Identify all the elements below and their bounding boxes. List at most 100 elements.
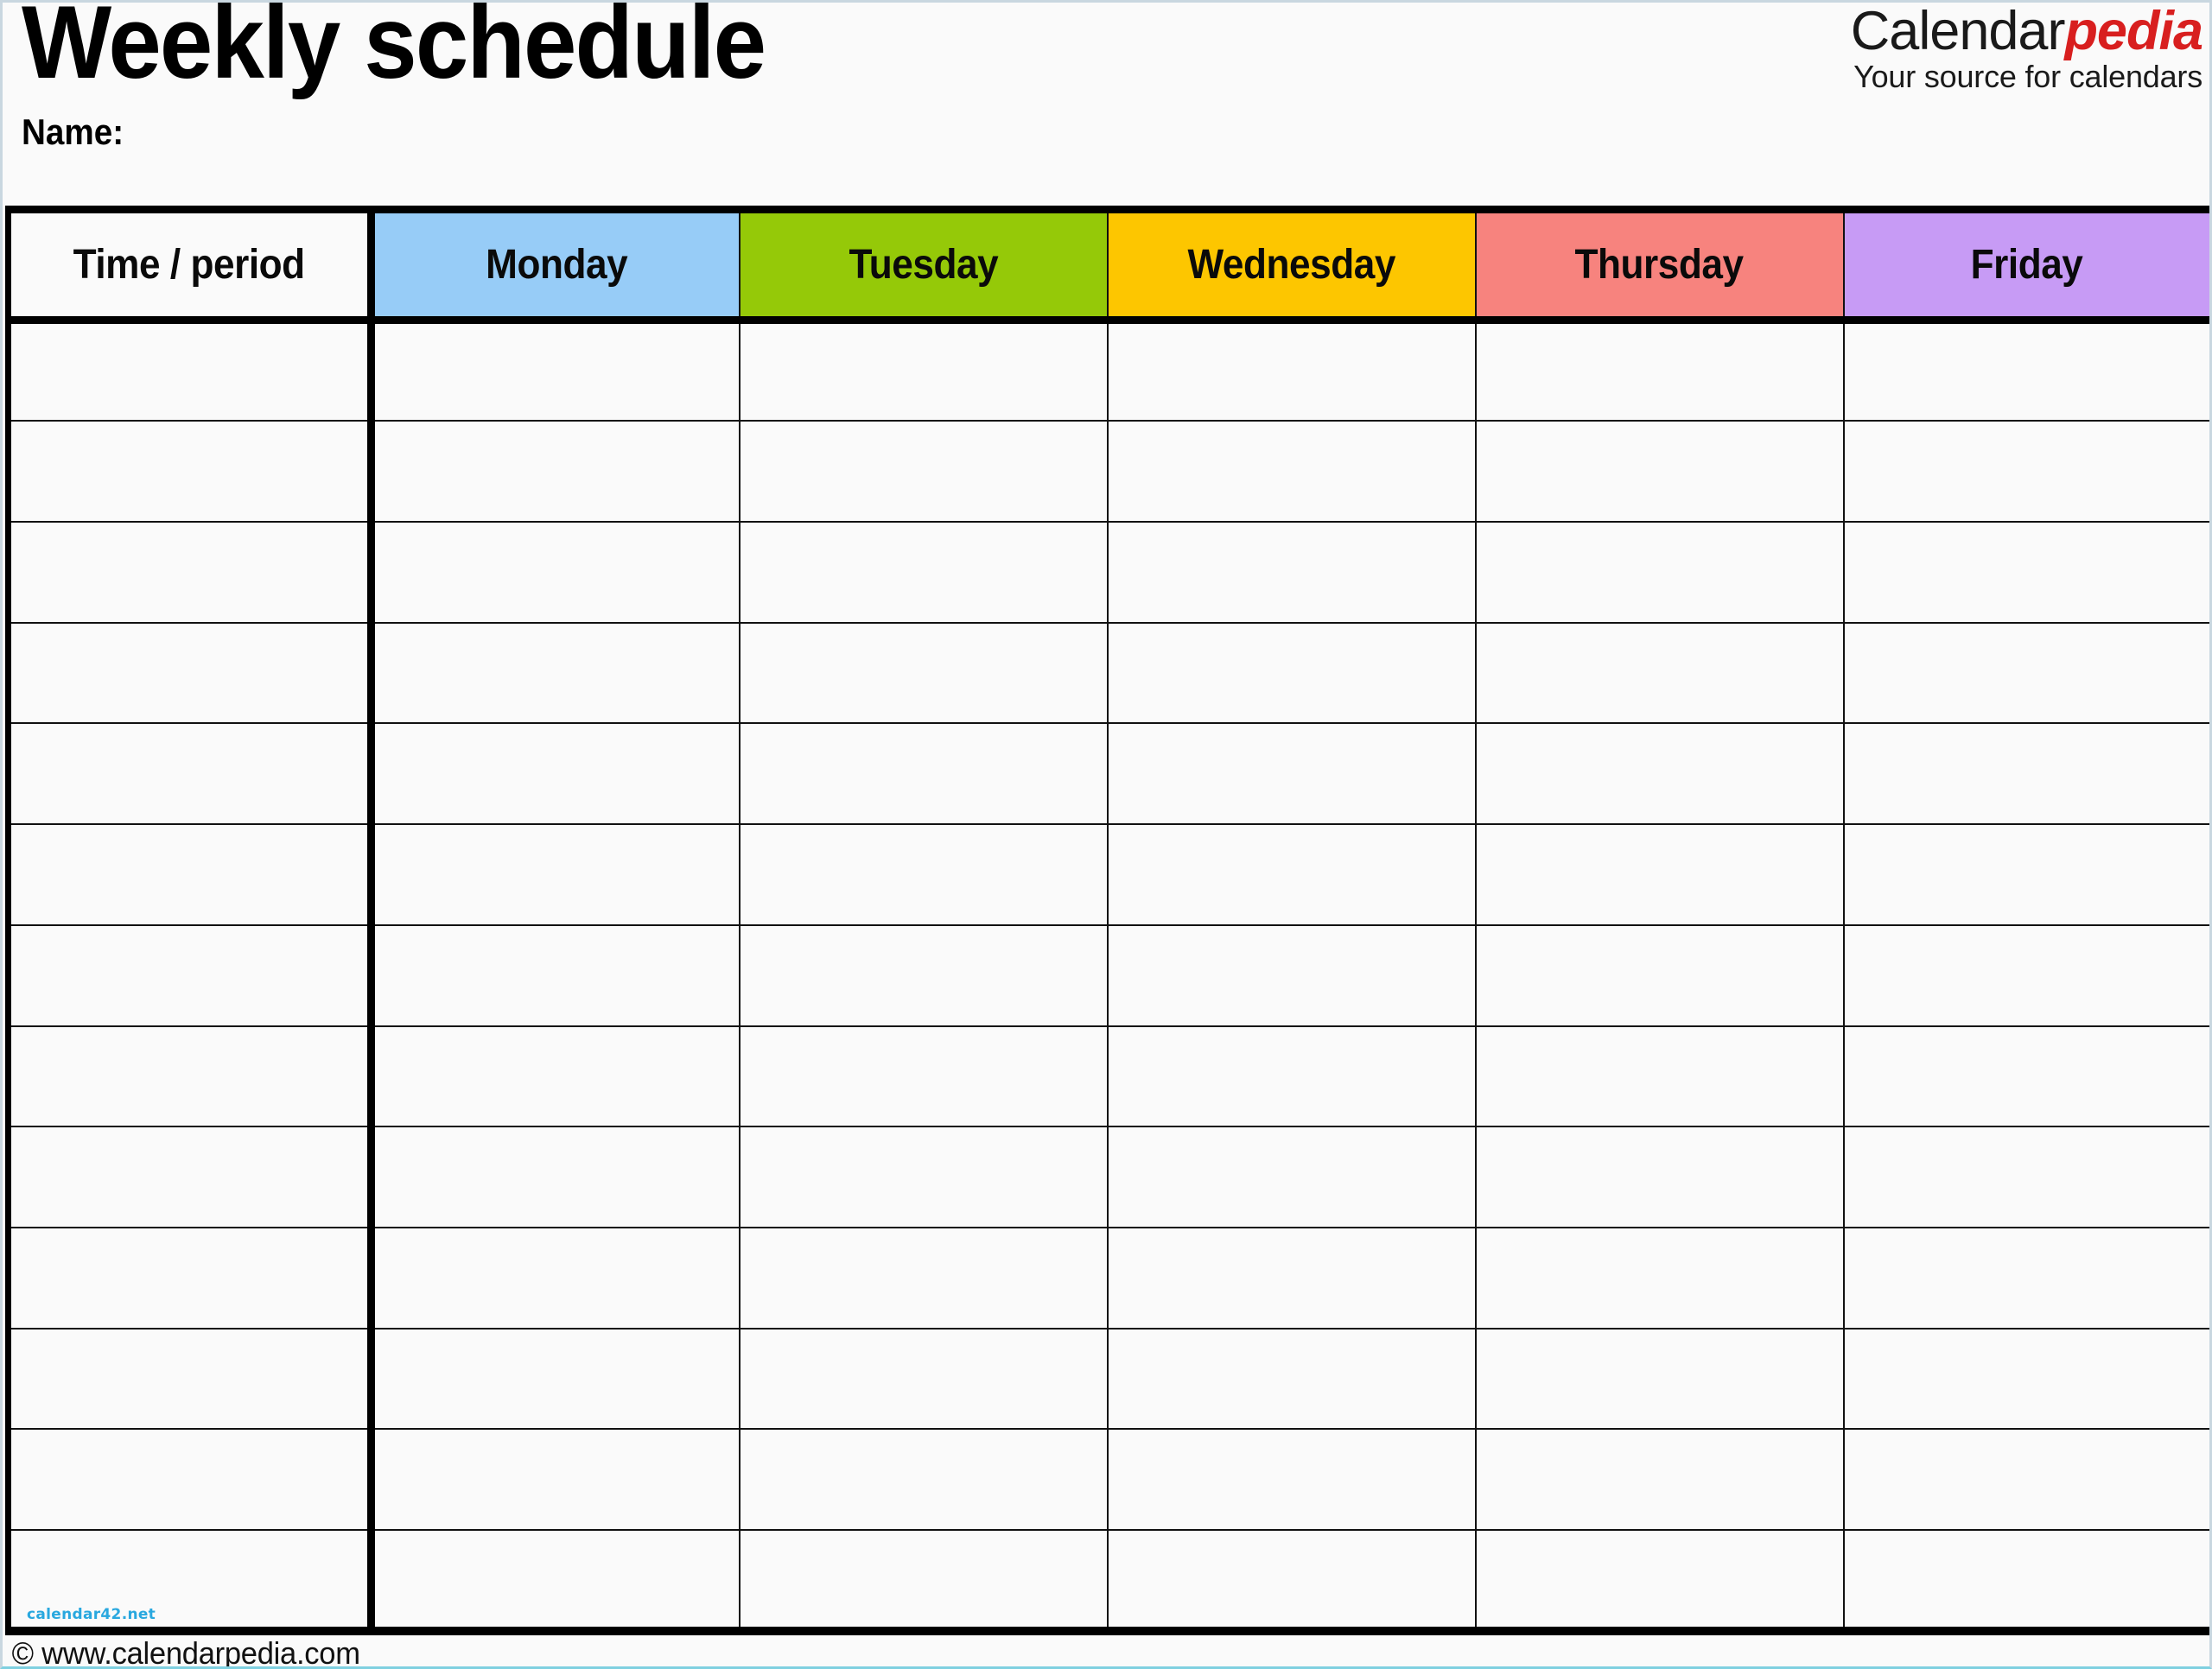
page-footer: © www.calendarpedia.com <box>5 1635 2209 1666</box>
schedule-cell-monday-11[interactable] <box>370 1327 741 1431</box>
table-row: calendar42.net <box>5 1529 2209 1635</box>
table-row <box>5 722 2209 826</box>
schedule-cell-thursday-7[interactable] <box>1474 923 1845 1027</box>
schedule-cell-time-5[interactable] <box>5 722 375 826</box>
schedule-cell-friday-9[interactable] <box>1842 1126 2209 1228</box>
schedule-cell-time-1[interactable] <box>5 319 375 422</box>
weekly-schedule-table: Time / period Monday Tuesday Wednesday Thurs… <box>5 206 2209 1635</box>
schedule-cell-tuesday-1[interactable] <box>738 319 1109 422</box>
schedule-cell-monday-12[interactable] <box>370 1428 741 1532</box>
schedule-cell-time-13[interactable]: calendar42.net <box>5 1529 375 1635</box>
schedule-cell-friday-2[interactable] <box>1842 420 2209 523</box>
schedule-cell-thursday-1[interactable] <box>1474 319 1845 422</box>
schedule-cell-tuesday-2[interactable] <box>738 420 1109 523</box>
schedule-cell-time-9[interactable] <box>5 1126 375 1228</box>
schedule-cell-friday-3[interactable] <box>1842 520 2209 624</box>
schedule-cell-thursday-4[interactable] <box>1474 621 1845 725</box>
schedule-cell-thursday-13[interactable] <box>1474 1529 1845 1635</box>
column-header-monday[interactable]: Monday <box>367 206 741 324</box>
table-row <box>5 621 2209 725</box>
schedule-cell-tuesday-10[interactable] <box>738 1226 1109 1329</box>
brand-wordmark: Calendarpedia <box>1851 4 2203 59</box>
schedule-cell-tuesday-6[interactable] <box>738 823 1109 926</box>
schedule-cell-friday-11[interactable] <box>1842 1327 2209 1431</box>
schedule-cell-monday-7[interactable] <box>370 923 741 1027</box>
schedule-cell-thursday-6[interactable] <box>1474 823 1845 926</box>
table-body: calendar42.net <box>5 319 2209 1635</box>
schedule-cell-monday-8[interactable] <box>370 1025 741 1128</box>
column-header-label: Thursday <box>1574 242 1745 288</box>
schedule-cell-tuesday-12[interactable] <box>738 1428 1109 1532</box>
schedule-cell-monday-5[interactable] <box>370 722 741 826</box>
schedule-cell-wednesday-2[interactable] <box>1106 420 1477 523</box>
schedule-cell-thursday-5[interactable] <box>1474 722 1845 826</box>
schedule-cell-wednesday-5[interactable] <box>1106 722 1477 826</box>
schedule-cell-wednesday-12[interactable] <box>1106 1428 1477 1532</box>
schedule-cell-monday-9[interactable] <box>370 1126 741 1228</box>
schedule-cell-tuesday-11[interactable] <box>738 1327 1109 1431</box>
schedule-cell-time-4[interactable] <box>5 621 375 725</box>
schedule-cell-friday-1[interactable] <box>1842 319 2209 422</box>
schedule-cell-monday-10[interactable] <box>370 1226 741 1329</box>
schedule-cell-friday-5[interactable] <box>1842 722 2209 826</box>
schedule-cell-time-6[interactable] <box>5 823 375 926</box>
table-header: Time / period Monday Tuesday Wednesday Thurs… <box>5 206 2209 324</box>
column-header-tuesday[interactable]: Tuesday <box>738 206 1109 324</box>
schedule-cell-wednesday-8[interactable] <box>1106 1025 1477 1128</box>
schedule-cell-friday-10[interactable] <box>1842 1226 2209 1329</box>
schedule-cell-monday-13[interactable] <box>370 1529 741 1635</box>
schedule-cell-time-7[interactable] <box>5 923 375 1027</box>
schedule-cell-wednesday-10[interactable] <box>1106 1226 1477 1329</box>
schedule-cell-friday-6[interactable] <box>1842 823 2209 926</box>
schedule-cell-tuesday-8[interactable] <box>738 1025 1109 1128</box>
schedule-cell-tuesday-5[interactable] <box>738 722 1109 826</box>
schedule-cell-wednesday-1[interactable] <box>1106 319 1477 422</box>
schedule-cell-tuesday-9[interactable] <box>738 1126 1109 1228</box>
column-header-row: Time / period Monday Tuesday Wednesday Thurs… <box>5 206 2209 324</box>
schedule-cell-wednesday-3[interactable] <box>1106 520 1477 624</box>
schedule-cell-friday-8[interactable] <box>1842 1025 2209 1128</box>
schedule-cell-thursday-12[interactable] <box>1474 1428 1845 1532</box>
name-field-label: Name: <box>22 111 124 152</box>
column-header-friday[interactable]: Friday <box>1842 206 2209 324</box>
schedule-cell-monday-3[interactable] <box>370 520 741 624</box>
schedule-cell-monday-2[interactable] <box>370 420 741 523</box>
schedule-cell-time-8[interactable] <box>5 1025 375 1128</box>
schedule-cell-time-11[interactable] <box>5 1327 375 1431</box>
schedule-cell-tuesday-7[interactable] <box>738 923 1109 1027</box>
table-row <box>5 923 2209 1027</box>
table-row <box>5 1126 2209 1228</box>
schedule-cell-wednesday-13[interactable] <box>1106 1529 1477 1635</box>
schedule-cell-time-10[interactable] <box>5 1226 375 1329</box>
schedule-cell-time-12[interactable] <box>5 1428 375 1532</box>
column-header-time[interactable]: Time / period <box>5 206 375 324</box>
schedule-cell-friday-12[interactable] <box>1842 1428 2209 1532</box>
schedule-cell-tuesday-4[interactable] <box>738 621 1109 725</box>
schedule-cell-monday-6[interactable] <box>370 823 741 926</box>
schedule-cell-time-2[interactable] <box>5 420 375 523</box>
schedule-cell-friday-4[interactable] <box>1842 621 2209 725</box>
column-header-thursday[interactable]: Thursday <box>1474 206 1845 324</box>
schedule-cell-wednesday-4[interactable] <box>1106 621 1477 725</box>
schedule-cell-tuesday-13[interactable] <box>738 1529 1109 1635</box>
schedule-cell-wednesday-9[interactable] <box>1106 1126 1477 1228</box>
calendarpedia-logo[interactable]: Calendarpedia Your source for calendars <box>1851 4 2203 92</box>
schedule-cell-thursday-9[interactable] <box>1474 1126 1845 1228</box>
watermark-container: calendar42.net <box>11 1531 367 1627</box>
schedule-cell-thursday-8[interactable] <box>1474 1025 1845 1128</box>
schedule-cell-thursday-3[interactable] <box>1474 520 1845 624</box>
column-header-wednesday[interactable]: Wednesday <box>1106 206 1477 324</box>
schedule-cell-friday-13[interactable] <box>1842 1529 2209 1635</box>
schedule-cell-thursday-11[interactable] <box>1474 1327 1845 1431</box>
schedule-cell-friday-7[interactable] <box>1842 923 2209 1027</box>
schedule-cell-tuesday-3[interactable] <box>738 520 1109 624</box>
column-header-label: Tuesday <box>849 242 998 288</box>
schedule-cell-monday-4[interactable] <box>370 621 741 725</box>
schedule-cell-wednesday-11[interactable] <box>1106 1327 1477 1431</box>
schedule-cell-thursday-2[interactable] <box>1474 420 1845 523</box>
schedule-cell-monday-1[interactable] <box>370 319 741 422</box>
schedule-cell-thursday-10[interactable] <box>1474 1226 1845 1329</box>
schedule-cell-wednesday-7[interactable] <box>1106 923 1477 1027</box>
schedule-cell-wednesday-6[interactable] <box>1106 823 1477 926</box>
schedule-cell-time-3[interactable] <box>5 520 375 624</box>
